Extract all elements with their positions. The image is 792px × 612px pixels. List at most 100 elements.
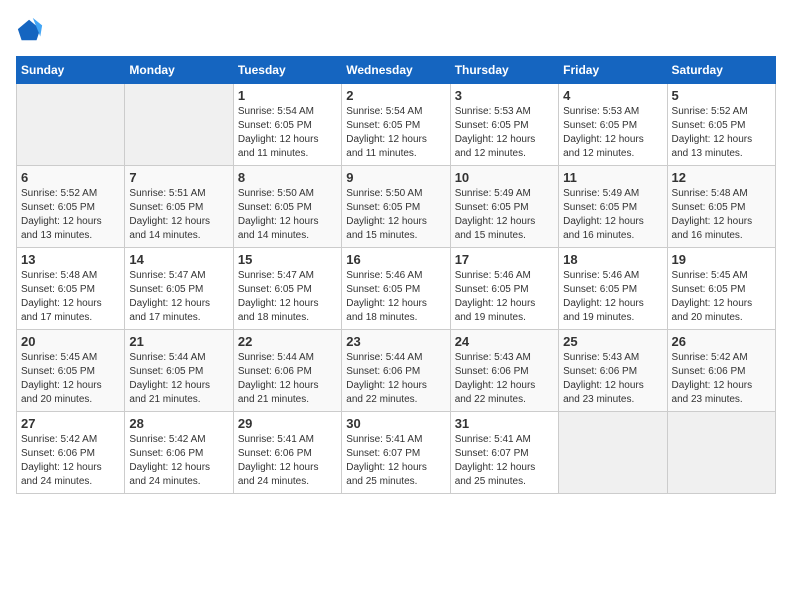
day-number: 20 (21, 334, 120, 349)
calendar-cell: 11 Sunrise: 5:49 AMSunset: 6:05 PMDayligh… (559, 166, 667, 248)
calendar-cell: 12 Sunrise: 5:48 AMSunset: 6:05 PMDayligh… (667, 166, 775, 248)
day-number: 2 (346, 88, 445, 103)
days-header-row: SundayMondayTuesdayWednesdayThursdayFrid… (17, 57, 776, 84)
day-number: 16 (346, 252, 445, 267)
cell-info: Sunrise: 5:49 AMSunset: 6:05 PMDaylight:… (455, 187, 554, 243)
day-of-week-header: Sunday (17, 57, 125, 84)
calendar-cell: 17 Sunrise: 5:46 AMSunset: 6:05 PMDayligh… (450, 248, 558, 330)
cell-info: Sunrise: 5:46 AMSunset: 6:05 PMDaylight:… (563, 269, 662, 325)
cell-info: Sunrise: 5:51 AMSunset: 6:05 PMDaylight:… (129, 187, 228, 243)
day-number: 28 (129, 416, 228, 431)
cell-info: Sunrise: 5:49 AMSunset: 6:05 PMDaylight:… (563, 187, 662, 243)
day-number: 11 (563, 170, 662, 185)
day-number: 12 (672, 170, 771, 185)
cell-info: Sunrise: 5:50 AMSunset: 6:05 PMDaylight:… (238, 187, 337, 243)
calendar-cell: 3Sunrise: 5:53 AMSunset: 6:05 PMDaylight… (450, 84, 558, 166)
day-number: 19 (672, 252, 771, 267)
calendar-week-row: 20 Sunrise: 5:45 AMSunset: 6:05 PMDayligh… (17, 330, 776, 412)
day-number: 3 (455, 88, 554, 103)
day-of-week-header: Friday (559, 57, 667, 84)
day-number: 31 (455, 416, 554, 431)
calendar-cell (17, 84, 125, 166)
cell-info: Sunrise: 5:52 AMSunset: 6:05 PMDaylight:… (672, 105, 771, 161)
page-header (16, 16, 776, 44)
calendar-cell: 4 Sunrise: 5:53 AMSunset: 6:05 PMDaylight… (559, 84, 667, 166)
cell-info: Sunrise: 5:42 AMSunset: 6:06 PMDaylight:… (672, 351, 771, 407)
calendar-cell (667, 412, 775, 494)
cell-info: Sunrise: 5:42 AMSunset: 6:06 PMDaylight:… (21, 433, 120, 489)
day-number: 1 (238, 88, 337, 103)
calendar-week-row: 1 Sunrise: 5:54 AMSunset: 6:05 PMDaylight… (17, 84, 776, 166)
day-of-week-header: Monday (125, 57, 233, 84)
cell-info: Sunrise: 5:41 AMSunset: 6:06 PMDaylight:… (238, 433, 337, 489)
cell-info: Sunrise: 5:50 AMSunset: 6:05 PMDaylight:… (346, 187, 445, 243)
calendar-cell: 8 Sunrise: 5:50 AMSunset: 6:05 PMDaylight… (233, 166, 341, 248)
calendar-cell (559, 412, 667, 494)
calendar-cell: 20 Sunrise: 5:45 AMSunset: 6:05 PMDayligh… (17, 330, 125, 412)
calendar-cell: 24 Sunrise: 5:43 AMSunset: 6:06 PMDayligh… (450, 330, 558, 412)
calendar-cell: 14Sunrise: 5:47 AMSunset: 6:05 PMDayligh… (125, 248, 233, 330)
cell-info: Sunrise: 5:54 AMSunset: 6:05 PMDaylight:… (238, 105, 337, 161)
calendar-cell: 7Sunrise: 5:51 AMSunset: 6:05 PMDaylight… (125, 166, 233, 248)
cell-info: Sunrise: 5:44 AMSunset: 6:05 PMDaylight:… (129, 351, 228, 407)
calendar-cell: 16 Sunrise: 5:46 AMSunset: 6:05 PMDayligh… (342, 248, 450, 330)
day-number: 22 (238, 334, 337, 349)
calendar-cell: 2 Sunrise: 5:54 AMSunset: 6:05 PMDaylight… (342, 84, 450, 166)
calendar-cell: 18 Sunrise: 5:46 AMSunset: 6:05 PMDayligh… (559, 248, 667, 330)
cell-info: Sunrise: 5:46 AMSunset: 6:05 PMDaylight:… (346, 269, 445, 325)
calendar-cell: 6 Sunrise: 5:52 AMSunset: 6:05 PMDaylight… (17, 166, 125, 248)
calendar-week-row: 6 Sunrise: 5:52 AMSunset: 6:05 PMDaylight… (17, 166, 776, 248)
cell-info: Sunrise: 5:41 AMSunset: 6:07 PMDaylight:… (346, 433, 445, 489)
logo-icon (16, 16, 44, 44)
calendar-table: SundayMondayTuesdayWednesdayThursdayFrid… (16, 56, 776, 494)
day-number: 4 (563, 88, 662, 103)
calendar-week-row: 27 Sunrise: 5:42 AMSunset: 6:06 PMDayligh… (17, 412, 776, 494)
calendar-cell (125, 84, 233, 166)
calendar-cell: 30 Sunrise: 5:41 AMSunset: 6:07 PMDayligh… (342, 412, 450, 494)
day-number: 8 (238, 170, 337, 185)
day-of-week-header: Tuesday (233, 57, 341, 84)
day-number: 5 (672, 88, 771, 103)
day-number: 21 (129, 334, 228, 349)
calendar-cell: 13Sunrise: 5:48 AMSunset: 6:05 PMDayligh… (17, 248, 125, 330)
calendar-cell: 10Sunrise: 5:49 AMSunset: 6:05 PMDayligh… (450, 166, 558, 248)
logo (16, 16, 48, 44)
day-number: 15 (238, 252, 337, 267)
cell-info: Sunrise: 5:44 AMSunset: 6:06 PMDaylight:… (346, 351, 445, 407)
day-number: 24 (455, 334, 554, 349)
calendar-cell: 9Sunrise: 5:50 AMSunset: 6:05 PMDaylight… (342, 166, 450, 248)
cell-info: Sunrise: 5:54 AMSunset: 6:05 PMDaylight:… (346, 105, 445, 161)
day-number: 29 (238, 416, 337, 431)
day-of-week-header: Thursday (450, 57, 558, 84)
day-number: 30 (346, 416, 445, 431)
cell-info: Sunrise: 5:45 AMSunset: 6:05 PMDaylight:… (672, 269, 771, 325)
cell-info: Sunrise: 5:52 AMSunset: 6:05 PMDaylight:… (21, 187, 120, 243)
cell-info: Sunrise: 5:46 AMSunset: 6:05 PMDaylight:… (455, 269, 554, 325)
cell-info: Sunrise: 5:41 AMSunset: 6:07 PMDaylight:… (455, 433, 554, 489)
day-of-week-header: Wednesday (342, 57, 450, 84)
calendar-cell: 26 Sunrise: 5:42 AMSunset: 6:06 PMDayligh… (667, 330, 775, 412)
calendar-week-row: 13Sunrise: 5:48 AMSunset: 6:05 PMDayligh… (17, 248, 776, 330)
cell-info: Sunrise: 5:48 AMSunset: 6:05 PMDaylight:… (672, 187, 771, 243)
cell-info: Sunrise: 5:47 AMSunset: 6:05 PMDaylight:… (238, 269, 337, 325)
day-number: 18 (563, 252, 662, 267)
cell-info: Sunrise: 5:42 AMSunset: 6:06 PMDaylight:… (129, 433, 228, 489)
day-number: 6 (21, 170, 120, 185)
cell-info: Sunrise: 5:43 AMSunset: 6:06 PMDaylight:… (563, 351, 662, 407)
calendar-cell: 31 Sunrise: 5:41 AMSunset: 6:07 PMDayligh… (450, 412, 558, 494)
cell-info: Sunrise: 5:53 AMSunset: 6:05 PMDaylight:… (563, 105, 662, 161)
calendar-cell: 29 Sunrise: 5:41 AMSunset: 6:06 PMDayligh… (233, 412, 341, 494)
cell-info: Sunrise: 5:43 AMSunset: 6:06 PMDaylight:… (455, 351, 554, 407)
cell-info: Sunrise: 5:45 AMSunset: 6:05 PMDaylight:… (21, 351, 120, 407)
cell-info: Sunrise: 5:44 AMSunset: 6:06 PMDaylight:… (238, 351, 337, 407)
calendar-cell: 23Sunrise: 5:44 AMSunset: 6:06 PMDayligh… (342, 330, 450, 412)
day-number: 17 (455, 252, 554, 267)
day-number: 27 (21, 416, 120, 431)
day-number: 25 (563, 334, 662, 349)
calendar-cell: 21 Sunrise: 5:44 AMSunset: 6:05 PMDayligh… (125, 330, 233, 412)
calendar-cell: 19 Sunrise: 5:45 AMSunset: 6:05 PMDayligh… (667, 248, 775, 330)
calendar-cell: 5 Sunrise: 5:52 AMSunset: 6:05 PMDaylight… (667, 84, 775, 166)
calendar-cell: 27 Sunrise: 5:42 AMSunset: 6:06 PMDayligh… (17, 412, 125, 494)
calendar-cell: 1 Sunrise: 5:54 AMSunset: 6:05 PMDaylight… (233, 84, 341, 166)
day-number: 26 (672, 334, 771, 349)
